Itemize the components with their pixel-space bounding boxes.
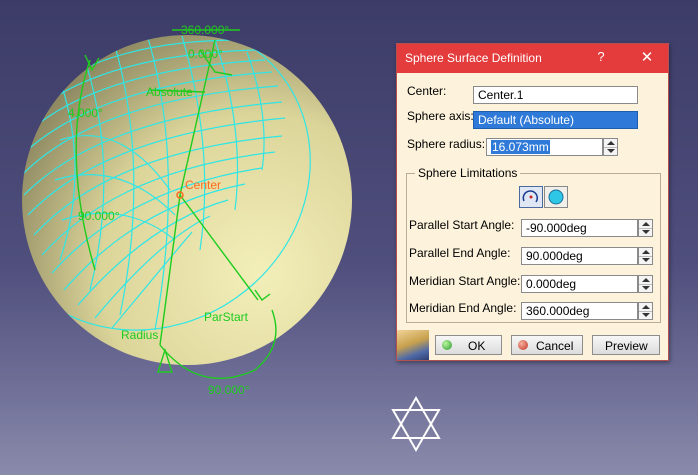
limitations-legend: Sphere Limitations bbox=[415, 166, 521, 180]
preview-label: Preview bbox=[605, 339, 648, 353]
ok-label: OK bbox=[468, 339, 486, 353]
whole-sphere-button[interactable] bbox=[544, 186, 568, 208]
parallel-start-spinner[interactable] bbox=[638, 219, 653, 237]
parallel-start-label: Parallel Start Angle: bbox=[409, 218, 515, 232]
compass-icon[interactable] bbox=[389, 396, 443, 452]
ok-button[interactable]: OK bbox=[435, 335, 502, 355]
label-360: 360.000° bbox=[181, 23, 229, 37]
meridian-end-down-arrow[interactable] bbox=[639, 311, 652, 319]
label-left-small: 4.000° bbox=[68, 106, 103, 120]
parallel-end-down-arrow[interactable] bbox=[639, 256, 652, 264]
meridian-start-field[interactable]: 0.000deg bbox=[521, 275, 638, 293]
label-radius: Radius bbox=[121, 328, 158, 342]
meridian-end-spinner[interactable] bbox=[638, 302, 653, 320]
label-parstart: ParStart bbox=[204, 310, 249, 324]
cancel-label: Cancel bbox=[536, 339, 574, 353]
label-left-arc: 90.000° bbox=[78, 209, 120, 223]
meridian-end-field[interactable]: 360.000deg bbox=[521, 302, 638, 320]
radius-field[interactable]: 16.073mm bbox=[486, 138, 603, 156]
whole-sphere-icon bbox=[548, 189, 564, 205]
meridian-end-label: Meridian End Angle: bbox=[409, 301, 517, 315]
radius-spinner[interactable] bbox=[603, 138, 618, 156]
cancel-button[interactable]: Cancel bbox=[511, 335, 583, 355]
cancel-icon bbox=[518, 340, 528, 350]
meridian-start-down-arrow[interactable] bbox=[639, 284, 652, 292]
dialog-title: Sphere Surface Definition bbox=[405, 51, 542, 65]
label-center: Center bbox=[185, 178, 221, 192]
parallel-end-spinner[interactable] bbox=[638, 247, 653, 265]
parallel-start-down-arrow[interactable] bbox=[639, 228, 652, 236]
label-absolute: Absolute bbox=[146, 85, 193, 99]
sphere-surface-dialog: Sphere Surface Definition ? ✕ Center: Ce… bbox=[396, 43, 669, 361]
close-icon[interactable]: ✕ bbox=[639, 48, 655, 66]
help-icon[interactable]: ? bbox=[593, 49, 609, 67]
footer-decoration bbox=[397, 330, 429, 360]
center-field[interactable]: Center.1 bbox=[473, 86, 638, 104]
label-0: 0.000° bbox=[188, 47, 223, 61]
dialog-footer: OK Cancel Preview bbox=[397, 330, 668, 360]
preview-button[interactable]: Preview bbox=[592, 335, 660, 355]
radius-down-arrow[interactable] bbox=[604, 147, 617, 155]
axis-label: Sphere axis: bbox=[407, 109, 474, 123]
axis-field[interactable]: Default (Absolute) bbox=[473, 111, 638, 129]
parallel-end-field[interactable]: 90.000deg bbox=[521, 247, 638, 265]
meridian-start-label: Meridian Start Angle: bbox=[409, 274, 521, 288]
partial-sphere-icon bbox=[522, 190, 539, 203]
ok-icon bbox=[442, 340, 452, 350]
parallel-end-label: Parallel End Angle: bbox=[409, 246, 511, 260]
meridian-start-spinner[interactable] bbox=[638, 275, 653, 293]
label-90: 90.000° bbox=[208, 383, 250, 397]
radius-label: Sphere radius: bbox=[407, 137, 486, 151]
center-label: Center: bbox=[407, 84, 447, 98]
radius-value: 16.073mm bbox=[491, 140, 550, 154]
dialog-titlebar[interactable]: Sphere Surface Definition ? ✕ bbox=[397, 44, 668, 73]
sphere-limitations-group: Sphere Limitations Parallel Start Angle:… bbox=[406, 166, 661, 323]
parallel-start-field[interactable]: -90.000deg bbox=[521, 219, 638, 237]
parallel-meridian-limits-button[interactable] bbox=[519, 186, 543, 208]
